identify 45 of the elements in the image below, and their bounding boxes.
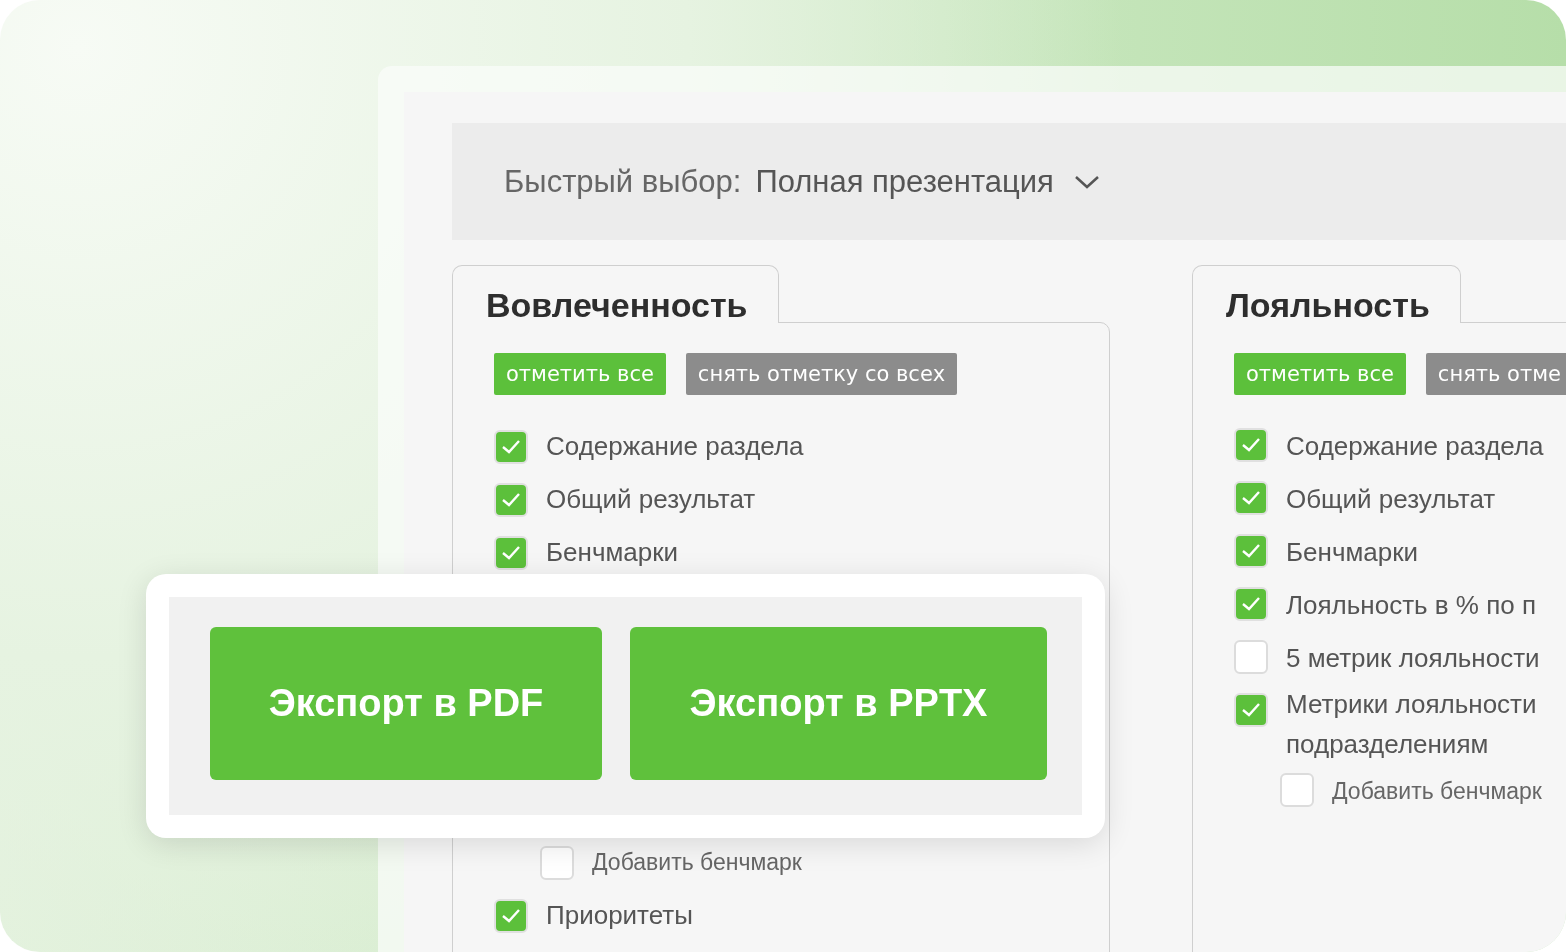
check-icon: [501, 491, 521, 508]
check-icon: [501, 544, 521, 561]
checkbox[interactable]: [540, 845, 574, 880]
chevron-down-icon[interactable]: [1073, 173, 1100, 190]
uncheck-all-button[interactable]: снять отме: [1425, 353, 1566, 395]
check-icon: [501, 907, 521, 924]
checkbox[interactable]: [494, 482, 528, 517]
checkbox[interactable]: [494, 429, 528, 464]
checkbox-label: Общий результат: [1286, 482, 1496, 516]
checkbox-label: 5 метрик лояльности: [1286, 641, 1540, 675]
checkbox[interactable]: [1280, 773, 1314, 807]
check-icon: [1241, 490, 1261, 506]
quick-select-bar[interactable]: Быстрый выбор: Полная презентация: [452, 123, 1566, 240]
checkbox-label: Содержание раздела: [546, 431, 804, 462]
checkbox[interactable]: [1234, 640, 1268, 674]
section-tab[interactable]: Вовлеченность: [452, 265, 779, 323]
checkbox-label: Бенчмарки: [546, 537, 679, 568]
checkbox[interactable]: [1234, 481, 1268, 515]
check-icon: [1241, 702, 1261, 718]
check-icon: [1241, 437, 1261, 453]
checkbox[interactable]: [1234, 587, 1268, 621]
section-tab[interactable]: Лояльность: [1192, 265, 1461, 323]
export-button[interactable]: Экспорт в PDF: [210, 627, 602, 780]
quick-select-label: Быстрый выбор:: [504, 163, 742, 200]
checkbox[interactable]: [494, 898, 528, 933]
checkbox-label: Общий результат: [546, 484, 756, 515]
checkbox-label: Добавить бенчмарк: [1332, 776, 1542, 806]
check-icon: [1241, 596, 1261, 612]
checkbox[interactable]: [1234, 693, 1268, 727]
checkbox-label: Содержание раздела: [1286, 429, 1544, 463]
export-button[interactable]: Экспорт в PPTX: [630, 627, 1047, 780]
checkbox-label: Бенчмарки: [1286, 535, 1419, 569]
checkbox-label: Приоритеты: [546, 900, 693, 931]
checkbox-label: Добавить бенчмарк: [592, 849, 802, 876]
uncheck-all-button[interactable]: снять отметку со всех: [685, 353, 958, 395]
check-all-button[interactable]: отметить все: [1234, 353, 1406, 395]
checkbox[interactable]: [494, 535, 528, 570]
quick-select-value[interactable]: Полная презентация: [755, 163, 1054, 200]
check-icon: [1241, 543, 1261, 559]
check-all-button[interactable]: отметить все: [494, 353, 666, 395]
checkbox[interactable]: [1234, 428, 1268, 462]
checkbox-label: Лояльность в % по п: [1286, 588, 1537, 622]
check-icon: [501, 438, 521, 455]
checkbox[interactable]: [1234, 534, 1268, 568]
checkbox-label: Метрики лояльности подразделениям: [1286, 688, 1538, 761]
